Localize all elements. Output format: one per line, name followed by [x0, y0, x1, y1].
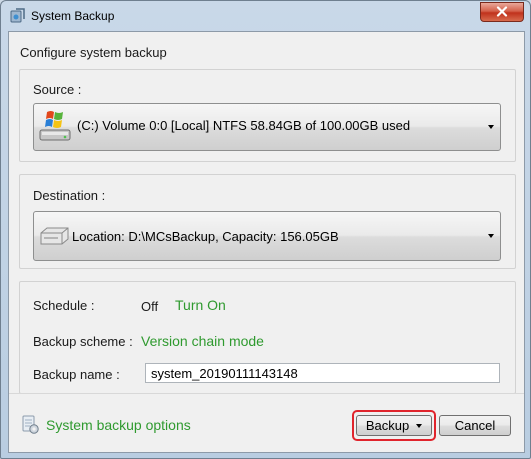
- backup-scheme-label: Backup scheme :: [33, 334, 133, 349]
- turn-on-link[interactable]: Turn On: [175, 297, 226, 313]
- source-label: Source :: [33, 82, 82, 97]
- destination-value: Location: D:\MCsBackup, Capacity: 156.05…: [72, 229, 339, 244]
- backup-button[interactable]: Backup: [356, 415, 432, 436]
- close-button[interactable]: [480, 2, 524, 22]
- windows-drive-icon: [38, 108, 72, 144]
- cancel-button[interactable]: Cancel: [439, 415, 511, 436]
- options-gear-icon: [20, 415, 40, 435]
- backup-name-label: Backup name :: [33, 367, 120, 382]
- system-backup-options-link[interactable]: System backup options: [46, 417, 191, 433]
- page-heading: Configure system backup: [20, 45, 167, 60]
- destination-label: Destination :: [33, 188, 106, 203]
- destination-group: Destination : Location: D:\MCsBackup, Ca…: [19, 174, 516, 269]
- hard-disk-icon: [38, 226, 70, 246]
- system-backup-window: System Backup Configure system backup So…: [0, 0, 531, 459]
- footer-divider: [9, 393, 524, 394]
- backup-button-label: Backup: [365, 418, 410, 433]
- source-value: (C:) Volume 0:0 [Local] NTFS 58.84GB of …: [77, 118, 411, 133]
- backup-scheme-link[interactable]: Version chain mode: [141, 333, 264, 349]
- schedule-label: Schedule :: [33, 298, 95, 313]
- settings-group: Schedule : Off Turn On Backup scheme : V…: [19, 281, 516, 394]
- window-title: System Backup: [31, 9, 115, 23]
- app-icon: [10, 8, 26, 24]
- schedule-value: Off: [141, 299, 159, 314]
- chevron-down-icon: [416, 423, 423, 428]
- source-select[interactable]: (C:) Volume 0:0 [Local] NTFS 58.84GB of …: [33, 103, 501, 151]
- destination-select[interactable]: Location: D:\MCsBackup, Capacity: 156.05…: [33, 211, 501, 261]
- source-group: Source : (C:) Volume 0:0 [Local] NTFS 58…: [19, 69, 516, 162]
- chevron-down-icon: [488, 125, 494, 129]
- dialog-body: Configure system backup Source : (C:) Vo…: [8, 31, 525, 453]
- close-x-icon: [496, 5, 508, 20]
- chevron-down-icon: [488, 234, 494, 238]
- backup-name-input[interactable]: [145, 363, 500, 383]
- title-bar[interactable]: System Backup: [1, 1, 530, 31]
